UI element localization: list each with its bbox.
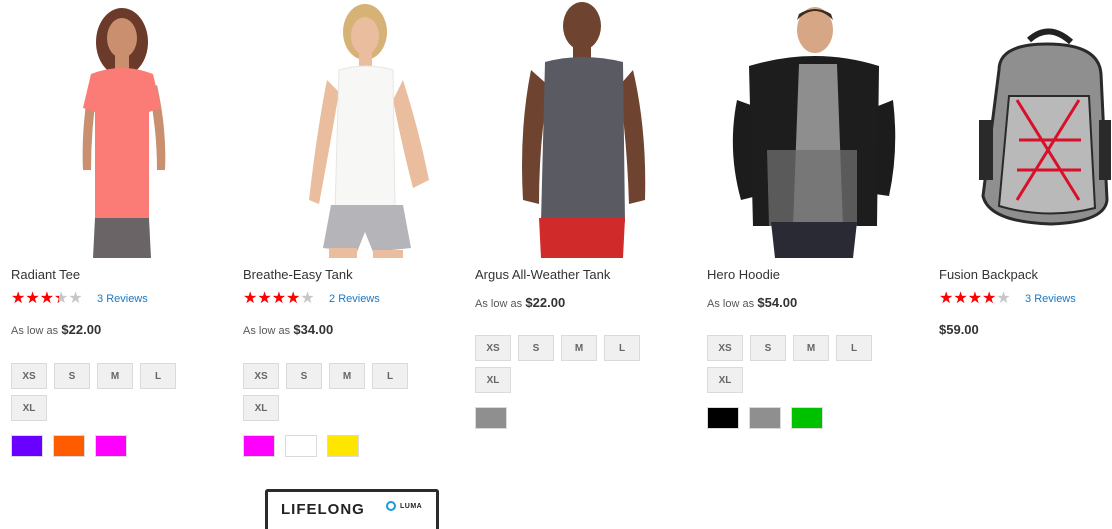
- product-item: Hero Hoodie As low as $54.00 XS S M L XL: [707, 0, 917, 470]
- reviews-link[interactable]: 3 Reviews: [1025, 293, 1076, 305]
- size-option-s[interactable]: S: [286, 363, 322, 389]
- product-name[interactable]: Breathe-Easy Tank: [243, 267, 353, 282]
- size-option-xs[interactable]: XS: [475, 335, 511, 361]
- price-amount: $22.00: [61, 322, 102, 337]
- product-price: As low as $22.00: [11, 322, 101, 337]
- product-grid: Radiant Tee ★★★★★ ★★★★★ 3 Reviews As low…: [0, 0, 1112, 518]
- product-item: Argus All-Weather Tank As low as $22.00 …: [475, 0, 685, 470]
- product-rating: ★★★★★ ★★★★★ 3 Reviews: [939, 290, 1076, 308]
- price-amount: $59.00: [939, 322, 979, 337]
- reviews-link[interactable]: 2 Reviews: [329, 293, 380, 305]
- size-option-xl[interactable]: XL: [475, 367, 511, 393]
- hero-hoodie-photo: [707, 0, 897, 258]
- rating-stars: ★★★★★ ★★★★★: [11, 290, 83, 307]
- size-options: XS S M L XL: [11, 363, 201, 421]
- price-label: As low as: [707, 298, 755, 310]
- size-option-xl[interactable]: XL: [707, 367, 743, 393]
- size-option-xs[interactable]: XS: [707, 335, 743, 361]
- product-name[interactable]: Radiant Tee: [11, 267, 80, 282]
- promo-banner[interactable]: LIFELONG LUMA: [265, 489, 439, 529]
- size-option-xs[interactable]: XS: [243, 363, 279, 389]
- size-options: XS S M L XL: [475, 335, 665, 393]
- price-label: As low as: [475, 298, 523, 310]
- product-name[interactable]: Fusion Backpack: [939, 267, 1038, 282]
- size-option-l[interactable]: L: [372, 363, 408, 389]
- color-swatch[interactable]: [95, 435, 127, 457]
- product-item: Breathe-Easy Tank ★★★★★ ★★★★★ 2 Reviews …: [243, 0, 453, 470]
- size-option-s[interactable]: S: [518, 335, 554, 361]
- banner-headline: LIFELONG: [281, 501, 365, 518]
- product-image[interactable]: [11, 0, 201, 258]
- size-option-xl[interactable]: XL: [243, 395, 279, 421]
- product-price: As low as $34.00: [243, 322, 333, 337]
- size-option-m[interactable]: M: [561, 335, 597, 361]
- breathe-easy-tank-photo: [243, 0, 433, 258]
- color-swatch[interactable]: [11, 435, 43, 457]
- rating-stars: ★★★★★ ★★★★★: [243, 290, 315, 307]
- color-swatch[interactable]: [53, 435, 85, 457]
- product-image[interactable]: [243, 0, 433, 258]
- color-swatch[interactable]: [749, 407, 781, 429]
- product-name[interactable]: Hero Hoodie: [707, 267, 780, 282]
- reviews-count: 3: [1025, 293, 1032, 305]
- color-options: [243, 435, 359, 457]
- product-price: As low as $54.00: [707, 295, 797, 310]
- color-swatch[interactable]: [475, 407, 507, 429]
- product-name[interactable]: Argus All-Weather Tank: [475, 267, 610, 282]
- fusion-backpack-photo: [939, 0, 1112, 258]
- luma-logo-icon: [386, 501, 396, 511]
- price-label: As low as: [243, 325, 291, 337]
- size-option-m[interactable]: M: [329, 363, 365, 389]
- size-option-s[interactable]: S: [54, 363, 90, 389]
- argus-tank-photo: [475, 0, 665, 258]
- size-option-s[interactable]: S: [750, 335, 786, 361]
- reviews-label: Reviews: [1034, 293, 1076, 305]
- product-item: Radiant Tee ★★★★★ ★★★★★ 3 Reviews As low…: [11, 0, 221, 470]
- luma-logo: LUMA: [386, 501, 422, 511]
- size-option-xs[interactable]: XS: [11, 363, 47, 389]
- size-options: XS S M L XL: [243, 363, 433, 421]
- price-amount: $54.00: [757, 295, 798, 310]
- product-image[interactable]: [707, 0, 897, 258]
- color-swatch[interactable]: [285, 435, 317, 457]
- product-image[interactable]: [939, 0, 1112, 258]
- luma-logo-text: LUMA: [400, 502, 423, 510]
- size-option-xl[interactable]: XL: [11, 395, 47, 421]
- price-amount: $22.00: [525, 295, 566, 310]
- radiant-tee-photo: [11, 0, 201, 258]
- product-item: Fusion Backpack ★★★★★ ★★★★★ 3 Reviews $5…: [939, 0, 1112, 470]
- reviews-label: Reviews: [338, 293, 380, 305]
- rating-stars: ★★★★★ ★★★★★: [939, 290, 1011, 307]
- color-options: [11, 435, 127, 457]
- reviews-count: 3: [97, 293, 104, 305]
- color-swatch[interactable]: [707, 407, 739, 429]
- reviews-label: Reviews: [106, 293, 148, 305]
- product-rating: ★★★★★ ★★★★★ 3 Reviews: [11, 290, 148, 308]
- size-option-l[interactable]: L: [604, 335, 640, 361]
- size-option-l[interactable]: L: [140, 363, 176, 389]
- product-rating: ★★★★★ ★★★★★ 2 Reviews: [243, 290, 380, 308]
- product-price: As low as $22.00: [475, 295, 565, 310]
- reviews-link[interactable]: 3 Reviews: [97, 293, 148, 305]
- size-option-l[interactable]: L: [836, 335, 872, 361]
- color-swatch[interactable]: [243, 435, 275, 457]
- size-option-m[interactable]: M: [97, 363, 133, 389]
- product-price: $59.00: [939, 322, 979, 337]
- color-swatch[interactable]: [791, 407, 823, 429]
- price-amount: $34.00: [293, 322, 334, 337]
- product-image[interactable]: [475, 0, 665, 258]
- reviews-count: 2: [329, 293, 336, 305]
- color-options: [475, 407, 507, 429]
- color-swatch[interactable]: [327, 435, 359, 457]
- size-options: XS S M L XL: [707, 335, 897, 393]
- color-options: [707, 407, 823, 429]
- size-option-m[interactable]: M: [793, 335, 829, 361]
- price-label: As low as: [11, 325, 59, 337]
